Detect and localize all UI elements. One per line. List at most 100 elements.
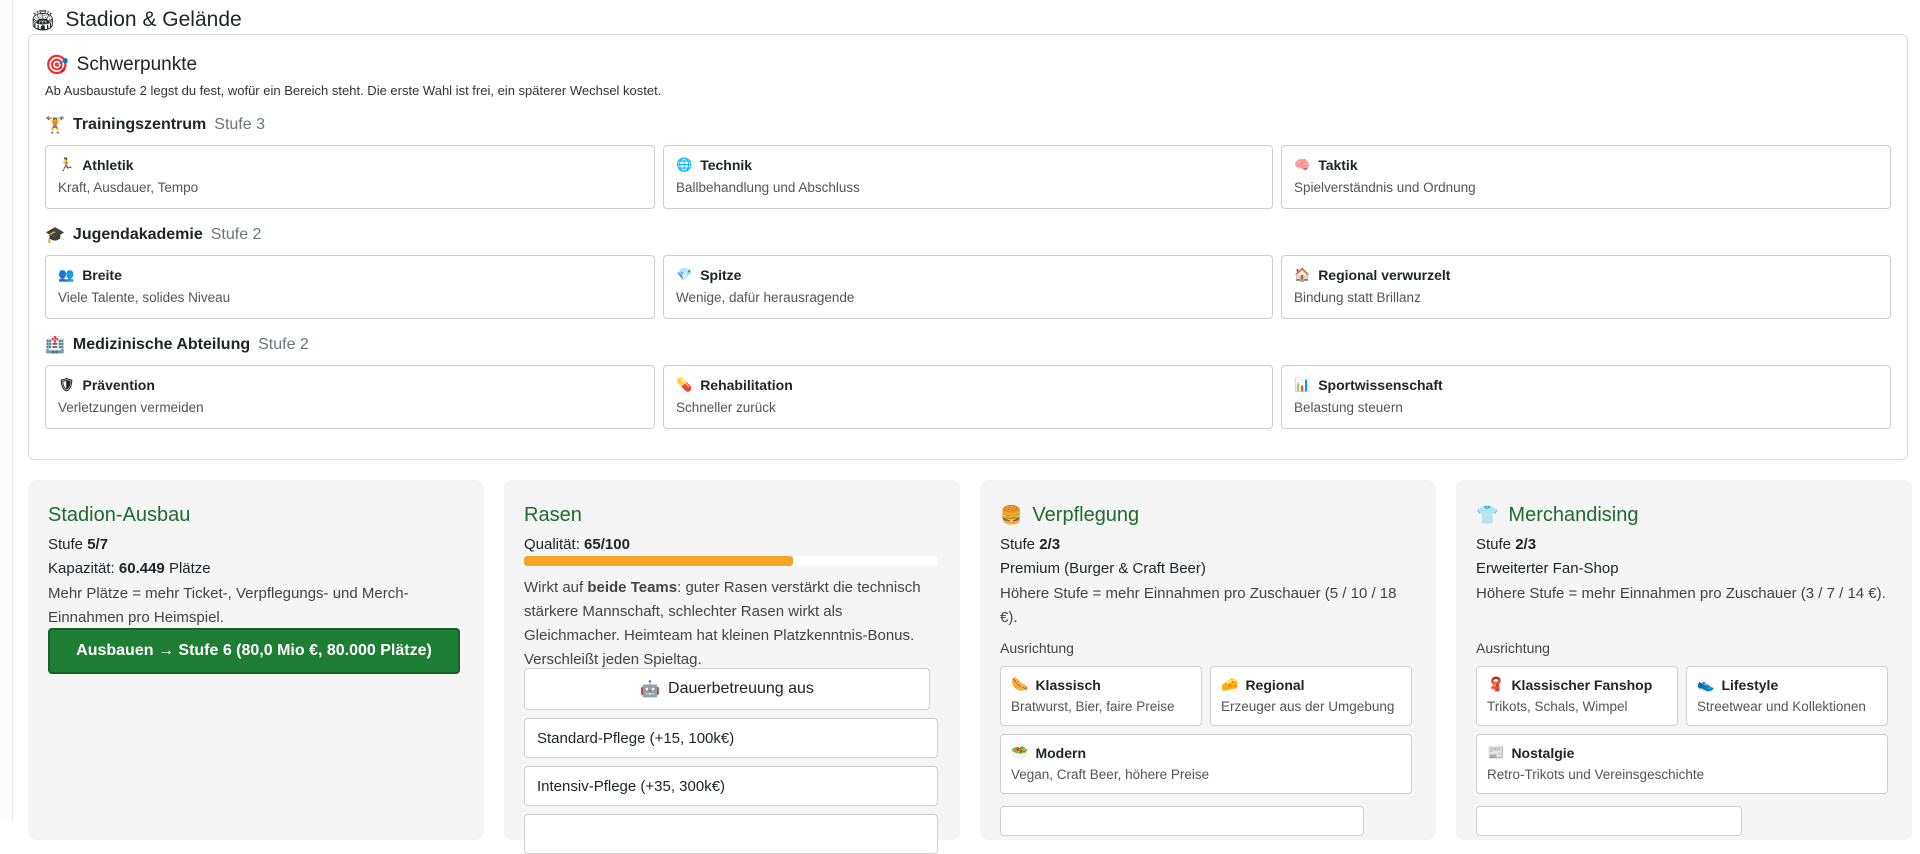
page: 🏟 Stadion & Gelände 🎯 Schwerpunkte Ab Au… (0, 0, 1920, 854)
section-header: 🏟 Stadion & Gelände (30, 6, 242, 34)
focus-option-taktik[interactable]: 🧠 Taktik Spielverständnis und Ordnung (1281, 145, 1891, 209)
tshirt-icon: 👕 (1476, 505, 1499, 525)
catering-card: 🍔 Verpflegung Stufe 2/3 Premium (Burger … (980, 480, 1436, 840)
merch-option-nostalgie[interactable]: 📰 Nostalgie Retro-Trikots und Vereinsgesc… (1476, 734, 1888, 794)
intensive-care-button[interactable]: Intensiv-Pflege (+35, 300k€) (524, 766, 938, 806)
pitch-card: Rasen Qualität: 65/100 Wirkt auf beide T… (504, 480, 960, 854)
cheese-icon: 🧀 (1221, 676, 1239, 692)
option-title: Technik (700, 157, 753, 173)
option-desc: Wenige, dafür herausragende (676, 290, 855, 305)
people-icon: 👥 (58, 267, 75, 282)
stadium-card: Stadion-Ausbau Stufe 5/7 Kapazität: 60.4… (28, 480, 484, 840)
merch-description: Höhere Stufe = mehr Einnahmen pro Zuscha… (1476, 585, 1886, 602)
option-desc: Ballbehandlung und Abschluss (676, 180, 860, 195)
option-title: Taktik (1318, 157, 1358, 173)
option-desc: Schneller zurück (676, 400, 776, 415)
focus-option-athletik[interactable]: 🏃 Athletik Kraft, Ausdauer, Tempo (45, 145, 655, 209)
focus-description: Ab Ausbaustufe 2 legst du fest, wofür ei… (45, 83, 662, 98)
option-title: Sportwissenschaft (1318, 377, 1443, 393)
stadium-level: Stufe 5/7 (48, 536, 109, 553)
catering-header: 🍔 Verpflegung (1000, 504, 1139, 527)
chart-icon: 📊 (1294, 377, 1311, 392)
group-name: Trainingszentrum (72, 116, 207, 133)
catering-variant: Premium (Burger & Craft Beer) (1000, 560, 1206, 577)
merch-option-lifestyle[interactable]: 👟 Lifestyle Streetwear und Kollektionen (1686, 666, 1888, 726)
option-title: Regional verwurzelt (1318, 267, 1451, 283)
merch-variant: Erweiterter Fan-Shop (1476, 560, 1619, 577)
focus-option-sportwissenschaft[interactable]: 📊 Sportwissenschaft Belastung steuern (1281, 365, 1891, 429)
option-desc: Belastung steuern (1294, 400, 1403, 415)
catering-level: Stufe 2/3 (1000, 536, 1061, 553)
target-icon: 🎯 (45, 55, 69, 76)
focus-option-breite[interactable]: 👥 Breite Viele Talente, solides Niveau (45, 255, 655, 319)
catering-option-regional[interactable]: 🧀 Regional Erzeuger aus der Umgebung (1210, 666, 1412, 726)
scarf-icon: 🧣 (1487, 676, 1505, 692)
stadium-capacity: Kapazität: 60.449 Plätze (48, 560, 211, 577)
group-title-training: 🏋 Trainingszentrum Stufe 3 (45, 115, 265, 135)
brain-icon: 🧠 (1294, 157, 1311, 172)
pitch-quality-fill (524, 556, 794, 566)
focus-option-spitze[interactable]: 💎 Spitze Wenige, dafür herausragende (663, 255, 1273, 319)
option-desc: Viele Talente, solides Niveau (58, 290, 231, 305)
standard-care-button[interactable]: Standard-Pflege (+15, 100k€) (524, 718, 938, 758)
catering-upgrade-button[interactable] (1000, 806, 1364, 836)
pill-icon: 💊 (676, 377, 693, 392)
stadium-icon: 🏟 (30, 9, 56, 32)
salad-icon: 🥗 (1011, 744, 1029, 760)
option-title: Prävention (82, 377, 155, 393)
upgrade-stadium-button[interactable]: Ausbauen → Stufe 6 (80,0 Mio €, 80.000 P… (48, 628, 460, 674)
permanent-care-toggle[interactable]: 🤖 Dauerbetreuung aus (524, 668, 930, 710)
sneaker-icon: 👟 (1697, 676, 1715, 692)
option-title: Spitze (700, 267, 742, 283)
pitch-quality: Qualität: 65/100 (524, 536, 630, 553)
group-name: Jugendakademie (72, 226, 203, 243)
option-desc: Spielverständnis und Ordnung (1294, 180, 1476, 195)
globe-icon: 🌐 (676, 157, 693, 172)
catering-option-klassisch[interactable]: 🌭 Klassisch Bratwurst, Bier, faire Preise (1000, 666, 1202, 726)
merch-option-fanshop[interactable]: 🧣 Klassischer Fanshop Trikots, Schals, Wi… (1476, 666, 1678, 726)
group-level: Stufe 2 (210, 226, 262, 243)
group-level: Stufe 2 (258, 336, 309, 353)
option-desc: Bindung statt Brillanz (1294, 290, 1421, 305)
option-desc: Verletzungen vermeiden (58, 400, 204, 415)
option-title: Rehabilitation (700, 377, 793, 393)
house-icon: 🏠 (1294, 267, 1311, 282)
catering-orientation-label: Ausrichtung (1000, 640, 1074, 656)
pitch-option-button[interactable] (524, 814, 938, 854)
pitch-description: Wirkt auf beide Teams: guter Rasen verst… (524, 579, 921, 668)
focus-panel: 🎯 Schwerpunkte Ab Ausbaustufe 2 legst du… (28, 34, 1908, 460)
merch-orientation-label: Ausrichtung (1476, 640, 1550, 656)
group-level: Stufe 3 (214, 116, 265, 133)
burger-icon: 🍔 (1000, 505, 1023, 525)
catering-option-modern[interactable]: 🥗 Modern Vegan, Craft Beer, höhere Preise (1000, 734, 1412, 794)
focus-option-rehabilitation[interactable]: 💊 Rehabilitation Schneller zurück (663, 365, 1273, 429)
left-rail (0, 0, 13, 821)
pitch-quality-bar (524, 556, 938, 566)
graduation-cap-icon: 🎓 (45, 227, 65, 244)
pitch-title: Rasen (524, 504, 582, 526)
group-name: Medizinische Abteilung (72, 336, 251, 353)
focus-option-praevention[interactable]: 🛡 Prävention Verletzungen vermeiden (45, 365, 655, 429)
group-title-academy: 🎓 Jugendakademie Stufe 2 (45, 225, 261, 245)
runner-icon: 🏃 (58, 157, 75, 172)
catering-title: Verpflegung (1032, 504, 1140, 526)
group-title-medical: 🏥 Medizinische Abteilung Stufe 2 (45, 335, 309, 355)
merch-upgrade-button[interactable] (1476, 806, 1742, 836)
newspaper-icon: 📰 (1487, 744, 1505, 760)
stadium-description: Mehr Plätze = mehr Ticket-, Verpflegungs… (48, 585, 409, 626)
stadium-title: Stadion-Ausbau (48, 504, 191, 526)
hotdog-icon: 🌭 (1011, 676, 1029, 692)
focus-option-regional[interactable]: 🏠 Regional verwurzelt Bindung statt Brill… (1281, 255, 1891, 319)
merch-card: 👕 Merchandising Stufe 2/3 Erweiterter Fa… (1456, 480, 1912, 840)
permanent-care-label: Dauerbetreuung aus (668, 680, 814, 697)
catering-description: Höhere Stufe = mehr Einnahmen pro Zuscha… (1000, 585, 1397, 626)
section-title: Stadion & Gelände (65, 8, 242, 31)
focus-title: Schwerpunkte (76, 54, 198, 75)
shield-icon: 🛡 (58, 377, 75, 392)
merch-header: 👕 Merchandising (1476, 504, 1639, 527)
focus-option-technik[interactable]: 🌐 Technik Ballbehandlung und Abschluss (663, 145, 1273, 209)
focus-header: 🎯 Schwerpunkte (45, 53, 197, 77)
merch-level: Stufe 2/3 (1476, 536, 1537, 553)
option-title: Breite (82, 267, 122, 283)
diamond-icon: 💎 (676, 267, 693, 282)
